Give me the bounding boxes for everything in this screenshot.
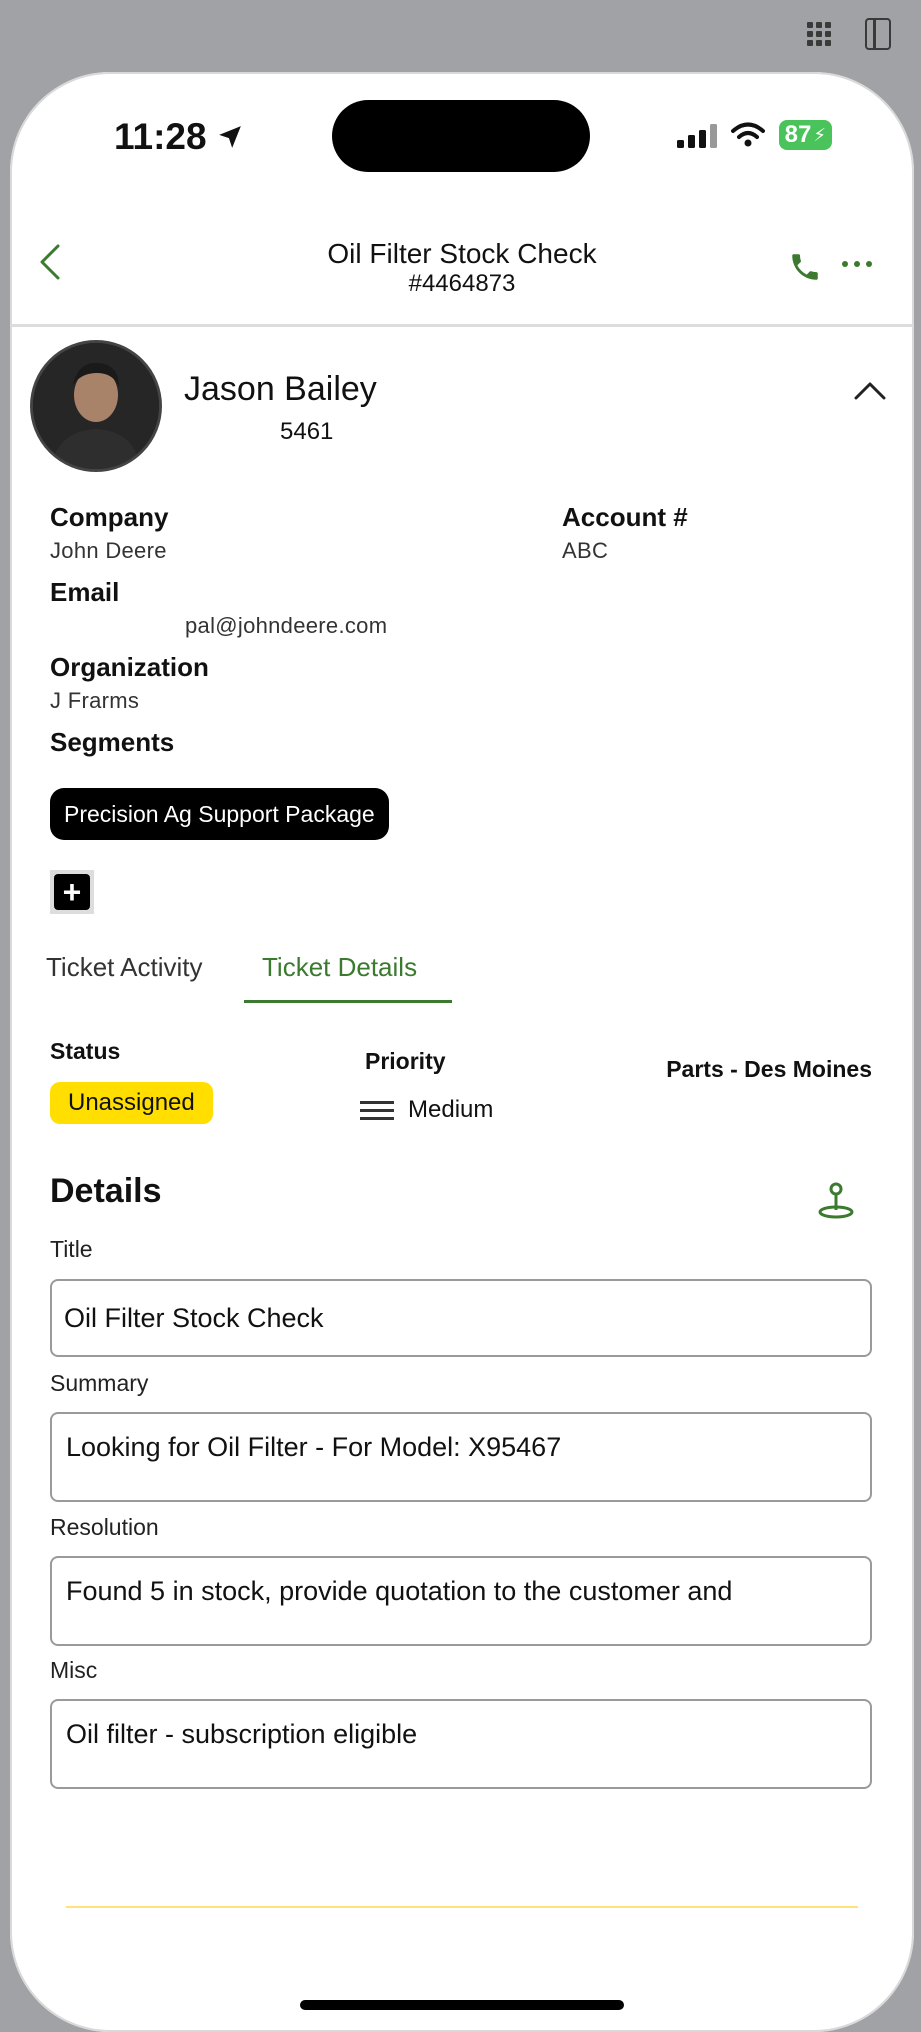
priority-lines-icon: [360, 1100, 394, 1120]
company-label: Company: [50, 502, 169, 532]
add-segment-button[interactable]: +: [50, 870, 94, 914]
organization-value: J Frarms: [50, 688, 140, 713]
active-tab-indicator: [244, 1000, 452, 1003]
status-indicators: 87 ⚡: [676, 120, 832, 150]
ticket-number: #4464873: [408, 270, 516, 297]
priority-label: Priority: [365, 1048, 446, 1074]
phone-screen: 11:28 87 ⚡ Oil Filter Stock Check #446487…: [10, 72, 914, 2032]
status-badge[interactable]: Unassigned: [50, 1082, 213, 1124]
location-arrow-icon: [218, 126, 241, 148]
status-label: Status: [50, 1038, 121, 1064]
title-input[interactable]: Oil Filter Stock Check: [50, 1279, 872, 1357]
account-value: ABC: [562, 538, 609, 563]
summary-label: Summary: [50, 1370, 149, 1396]
status-time: 11:28: [114, 116, 243, 158]
title-label: Title: [50, 1236, 93, 1262]
more-icon[interactable]: [842, 254, 884, 274]
signal-icon: [676, 122, 717, 148]
status-bar: 11:28 87 ⚡: [10, 72, 914, 212]
nav-bar: Oil Filter Stock Check #4464873: [10, 212, 914, 327]
divider: [66, 1906, 858, 1908]
side-panel-icon[interactable]: [865, 18, 891, 50]
tab-ticket-activity[interactable]: Ticket Activity: [46, 952, 203, 983]
queue-label: Parts - Des Moines: [666, 1056, 872, 1082]
misc-label: Misc: [50, 1657, 98, 1683]
phone-icon[interactable]: [788, 250, 822, 284]
plus-icon: +: [54, 874, 90, 910]
account-label: Account #: [562, 502, 688, 532]
contact-name: Jason Bailey: [184, 370, 377, 408]
company-value: John Deere: [50, 538, 167, 563]
window-toolbar: [807, 18, 891, 50]
battery-icon: 87 ⚡: [778, 120, 832, 150]
resolution-label: Resolution: [50, 1514, 159, 1540]
summary-input[interactable]: Looking for Oil Filter - For Model: X954…: [50, 1412, 872, 1502]
wifi-icon: [730, 122, 765, 147]
segment-chip[interactable]: Precision Ag Support Package: [50, 788, 389, 840]
priority-value[interactable]: Medium: [360, 1096, 493, 1124]
organization-label: Organization: [50, 652, 209, 682]
tab-ticket-details[interactable]: Ticket Details: [262, 952, 417, 983]
page-title: Oil Filter Stock Check: [327, 238, 597, 269]
resolution-input[interactable]: Found 5 in stock, provide quotation to t…: [50, 1556, 872, 1646]
contact-phone: 5461: [280, 418, 334, 445]
apps-grid-icon[interactable]: [807, 22, 831, 46]
map-pin-icon[interactable]: [816, 1180, 856, 1220]
details-heading: Details: [50, 1172, 162, 1210]
avatar: [30, 340, 162, 472]
segments-label: Segments: [50, 727, 175, 757]
collapse-chevron-icon[interactable]: [850, 376, 890, 404]
email-value[interactable]: pal@johndeere.com: [185, 613, 387, 639]
misc-input[interactable]: Oil filter - subscription eligible: [50, 1699, 872, 1789]
ticket-tabs: Ticket Activity Ticket Details: [10, 942, 914, 1003]
home-indicator[interactable]: [300, 2000, 624, 2010]
email-label: Email: [50, 577, 120, 607]
dynamic-island: [332, 100, 590, 172]
